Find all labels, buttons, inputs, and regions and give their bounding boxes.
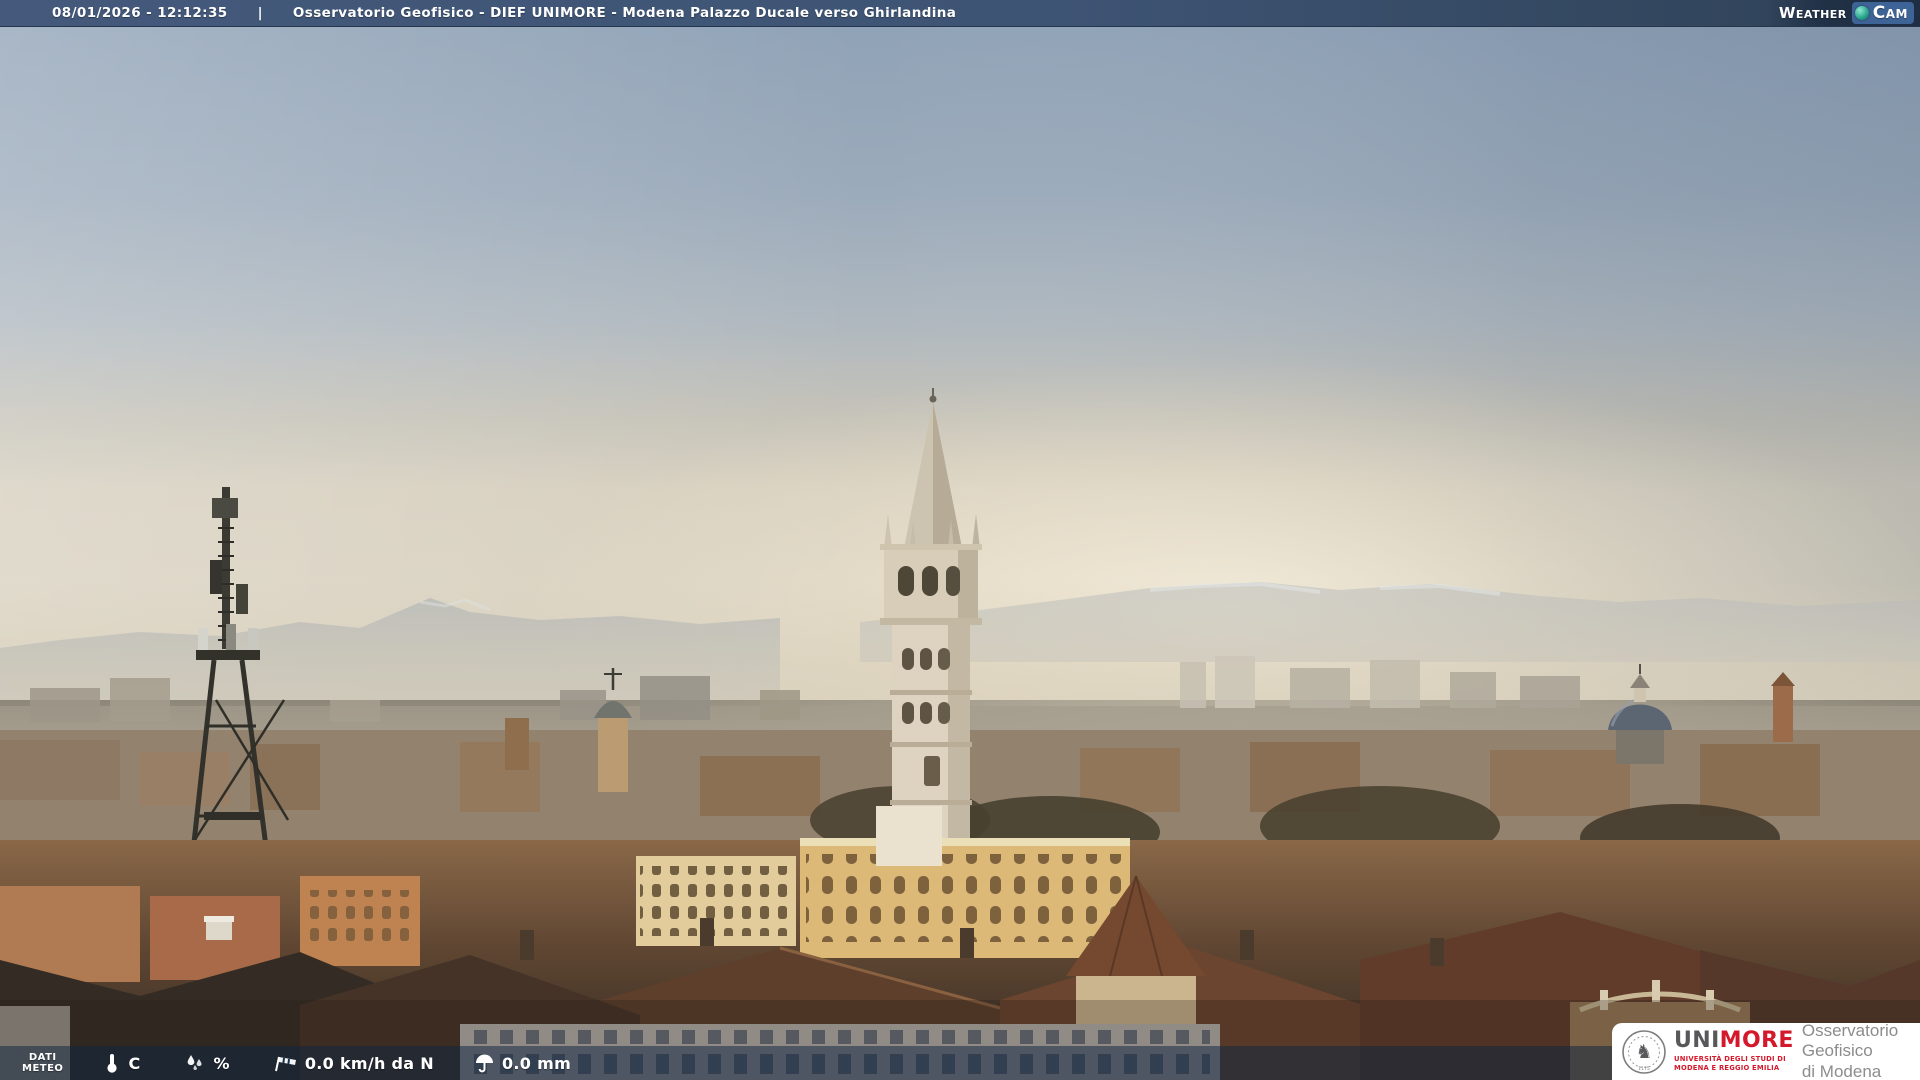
svg-text:1175: 1175 [1638, 1066, 1650, 1072]
weathercam-cam-label: Cam [1872, 3, 1908, 23]
meteo-label: DATI METEO [22, 1051, 64, 1075]
temperature-reading: C [103, 1052, 140, 1074]
humidity-unit: % [213, 1053, 230, 1073]
bell-tower-right [1771, 672, 1795, 742]
unimore-logo-card: ♞ 1175 UNIMORE UNIVERSITÀ DEGLI STUDI DI… [1612, 1021, 1920, 1080]
university-caption: UNIVERSITÀ DEGLI STUDI DI MODENA E REGGI… [1674, 1055, 1786, 1072]
temperature-unit: C [128, 1053, 141, 1073]
webcam-frame: 08/01/2026 - 12:12:35 | Osservatorio Geo… [0, 0, 1920, 1080]
weathercam-logo: Weather Cam [1764, 0, 1920, 26]
rain-reading: 0.0 mm [474, 1053, 571, 1074]
globe-icon [1854, 6, 1869, 20]
umbrella-icon [475, 1054, 493, 1072]
crenellated-tower [505, 718, 529, 770]
rain-value: 0.0 mm [501, 1053, 572, 1073]
unimore-uni-text: UNI [1674, 1028, 1720, 1054]
separator: | [257, 5, 263, 21]
weathercam-cam-box: Cam [1851, 2, 1914, 24]
unimore-wordmark: UNIMORE UNIVERSITÀ DEGLI STUDI DI MODENA… [1674, 1030, 1794, 1073]
humidity-reading: % [184, 1053, 230, 1073]
unimore-more-text: MORE [1719, 1028, 1794, 1054]
timestamp: 08/01/2026 - 12:12:35 [52, 5, 228, 21]
unimore-seal-icon: ♞ 1175 [1622, 1029, 1666, 1074]
wind-value: 0.0 km/h da N [304, 1053, 434, 1073]
humidity-drops-icon [188, 1055, 203, 1070]
thermometer-icon [107, 1054, 118, 1073]
observatory-name: Osservatorio Geofisico di Modena [1801, 1021, 1899, 1080]
svg-text:♞: ♞ [1635, 1041, 1652, 1063]
top-info-bar: 08/01/2026 - 12:12:35 | Osservatorio Geo… [0, 0, 1920, 27]
camera-title: Osservatorio Geofisico - DIEF UNIMORE - … [292, 5, 957, 21]
weathercam-weather-label: Weather [1778, 4, 1847, 22]
webcam-photo [0, 0, 1920, 1080]
windsock-icon [274, 1056, 296, 1072]
wind-reading: 0.0 km/h da N [272, 1053, 434, 1073]
